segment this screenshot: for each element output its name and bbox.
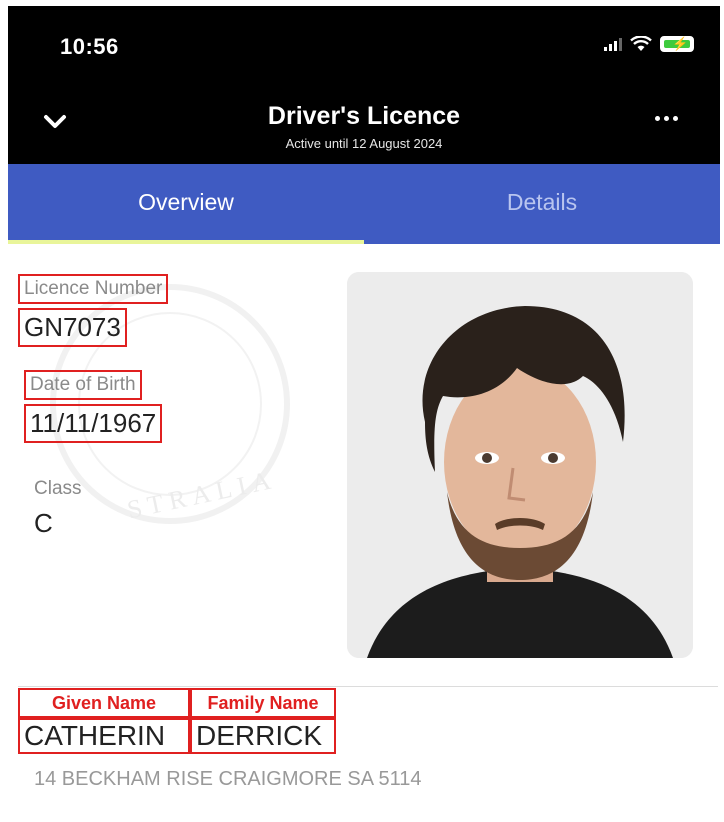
tab-details[interactable]: Details xyxy=(364,164,720,244)
licence-number-label: Licence Number xyxy=(17,274,169,304)
tab-overview[interactable]: Overview xyxy=(8,164,364,244)
family-name-label: Family Name xyxy=(190,688,336,718)
section-divider xyxy=(18,686,718,687)
class-label: Class xyxy=(34,478,82,499)
family-name-value: DERRICK xyxy=(190,718,336,754)
navigation-bar: Driver's Licence Active until 12 August … xyxy=(8,86,720,164)
portrait-illustration xyxy=(347,272,693,658)
licence-overview: STRALIA Licence Number GN7073 Date of Bi… xyxy=(8,244,720,822)
status-bar: 10:56 ⚡ xyxy=(8,6,720,86)
wifi-icon xyxy=(630,36,652,51)
battery-charging-icon: ⚡ xyxy=(660,36,694,52)
status-icons: ⚡ xyxy=(604,36,694,52)
status-time: 10:56 xyxy=(60,34,119,59)
given-name-label: Given Name xyxy=(18,688,190,718)
more-options-icon[interactable] xyxy=(655,116,678,121)
licence-holder-photo xyxy=(347,272,693,658)
cellular-signal-icon xyxy=(604,37,622,51)
date-of-birth-value: 11/11/1967 xyxy=(23,404,163,443)
tab-bar: Overview Details xyxy=(8,164,720,244)
class-value: C xyxy=(34,508,53,538)
address-value: 14 BECKHAM RISE CRAIGMORE SA 5114 xyxy=(34,768,422,790)
page-subtitle: Active until 12 August 2024 xyxy=(285,136,443,151)
given-name-value: CATHERIN xyxy=(18,718,190,754)
phone-screen: 10:56 ⚡ Driver's Licence Active until 12… xyxy=(8,6,720,822)
licence-number-value: GN7073 xyxy=(18,308,127,347)
date-of-birth-label: Date of Birth xyxy=(24,370,142,400)
page-title: Driver's Licence xyxy=(267,102,461,130)
